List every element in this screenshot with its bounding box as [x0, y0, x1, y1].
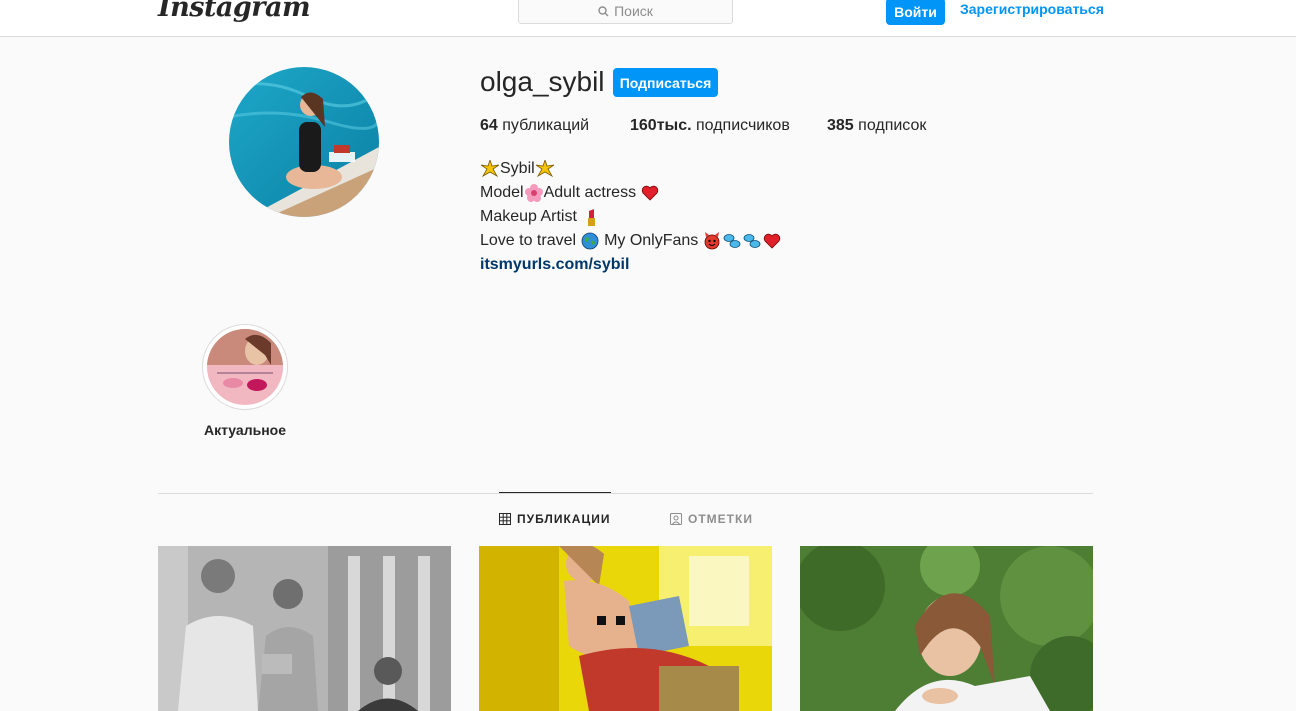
bio-adult-actress: Adult actress [543, 184, 637, 201]
search-icon [598, 5, 609, 16]
bio-line-2: Model Adult actress [480, 181, 782, 205]
stat-following[interactable]: 385 подписок [827, 117, 926, 135]
bio-name: Sybil [500, 160, 535, 177]
droplets-icon [723, 234, 741, 248]
profile-username: olga_sybil [480, 66, 605, 97]
bio-line-4: Love to travel My OnlyFans [480, 229, 782, 253]
search-input[interactable]: Поиск [518, 0, 733, 24]
grid-icon [499, 513, 511, 525]
post-image [158, 546, 451, 711]
highlight-cover [207, 329, 283, 405]
profile-bio: Sybil Model Adult actress Makeup Artist … [480, 157, 782, 277]
bio-onlyfans: My OnlyFans [604, 232, 699, 249]
active-tab-indicator [499, 492, 611, 493]
tab-posts-label: ПУБЛИКАЦИИ [517, 512, 611, 526]
tab-tagged[interactable]: ОТМЕТКИ [670, 512, 753, 526]
bio-line-1: Sybil [480, 157, 782, 181]
stat-followers[interactable]: 160тыс. подписчиков [630, 117, 790, 135]
tabs-divider [158, 493, 1093, 494]
droplets-icon [743, 234, 761, 248]
register-link[interactable]: Зарегистрироваться [960, 1, 1104, 17]
sparkle-icon [481, 160, 499, 178]
login-button[interactable]: Войти [886, 0, 945, 25]
sparkle-icon [535, 160, 554, 178]
heart-icon [641, 185, 659, 201]
follow-button[interactable]: Подписаться [613, 68, 718, 97]
stat-following-label: подписок [858, 117, 927, 134]
post-thumbnail[interactable] [800, 546, 1093, 711]
top-nav: Instagram Поиск Войти Зарегистрироваться [0, 0, 1296, 37]
stat-posts-value: 64 [480, 117, 498, 134]
stat-following-value: 385 [827, 117, 854, 134]
stat-followers-label: подписчиков [696, 117, 790, 134]
post-thumbnail[interactable] [158, 546, 451, 711]
instagram-logo[interactable]: Instagram [158, 0, 311, 23]
stat-followers-value: 160тыс. [630, 117, 692, 134]
bio-travel: Love to travel [480, 232, 577, 249]
bio-model: Model [480, 184, 524, 201]
post-image [479, 546, 772, 711]
avatar-photo [229, 67, 379, 217]
devil-icon [704, 232, 720, 250]
globe-icon [581, 232, 599, 250]
heart-icon [764, 233, 781, 249]
lipstick-icon [587, 209, 595, 226]
stat-posts: 64 публикаций [480, 117, 589, 135]
stat-posts-label: публикаций [502, 117, 590, 134]
search-placeholder: Поиск [614, 3, 653, 19]
bio-line-3: Makeup Artist [480, 205, 782, 229]
bio-makeup: Makeup Artist [480, 208, 577, 225]
bio-link[interactable]: itsmyurls.com/sybil [480, 253, 629, 277]
tagged-user-icon [670, 513, 682, 525]
tab-posts[interactable]: ПУБЛИКАЦИИ [499, 512, 610, 526]
post-image [800, 546, 1093, 711]
highlight-item[interactable] [202, 324, 288, 410]
post-thumbnail[interactable] [479, 546, 772, 711]
tab-tagged-label: ОТМЕТКИ [688, 512, 753, 526]
bio-line-5: itsmyurls.com/sybil [480, 253, 782, 277]
highlight-label: Актуальное [203, 422, 286, 438]
profile-avatar[interactable] [229, 67, 379, 217]
flower-icon [524, 184, 543, 202]
